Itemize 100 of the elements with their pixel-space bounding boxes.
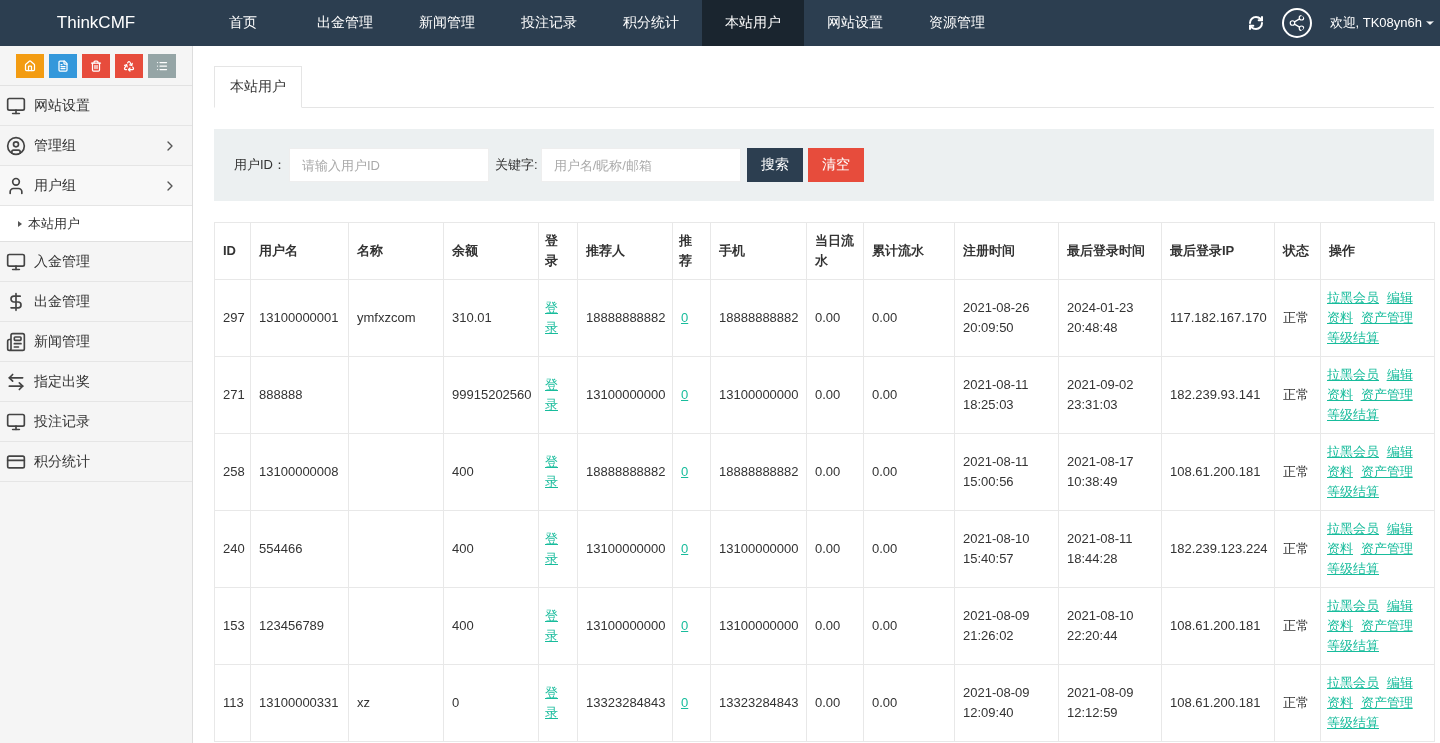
table-cell-text: 153 <box>223 617 245 635</box>
action-link[interactable]: 拉黑会员 <box>1327 444 1379 459</box>
table-cell-text: 554466 <box>259 540 303 558</box>
nav-item[interactable]: 投注记录 <box>498 0 600 46</box>
table-cell-text: 0.00 <box>872 309 898 327</box>
action-link[interactable]: 资料 <box>1327 618 1353 633</box>
nav-item[interactable]: 网站设置 <box>804 0 906 46</box>
action-link[interactable]: 编辑 <box>1386 675 1413 690</box>
table-cell-text: 13100000000 <box>719 540 799 558</box>
action-link[interactable]: 拉黑会员 <box>1327 521 1379 536</box>
table-cell-text: 0 <box>452 694 460 712</box>
toolbar-button[interactable] <box>16 54 44 78</box>
action-link[interactable]: 等级结算 <box>1327 715 1379 730</box>
action-link[interactable]: 等级结算 <box>1327 638 1379 653</box>
table-cell-text: 182.239.93.141 <box>1170 386 1261 404</box>
column-header: 手机 <box>719 242 745 260</box>
action-link[interactable]: 资料 <box>1327 695 1353 710</box>
sidebar-label: 网站设置 <box>34 96 91 115</box>
keyword-field[interactable]: 用户名/昵称/邮箱 <box>540 148 741 182</box>
toolbar-button[interactable] <box>148 54 176 78</box>
nav-item[interactable]: 积分统计 <box>600 0 702 46</box>
action-link[interactable]: 拉黑会员 <box>1327 367 1379 382</box>
nav-item[interactable]: 首页 <box>192 0 294 46</box>
sidebar-label: 管理组 <box>34 136 77 155</box>
table-cell-text: 258 <box>223 463 245 481</box>
tab[interactable]: 本站用户 <box>214 66 302 108</box>
search-button[interactable]: 搜索 <box>746 148 803 182</box>
user-menu[interactable]: 欢迎, TK08yn6h <box>1329 14 1436 32</box>
action-link[interactable]: 资料 <box>1327 387 1353 402</box>
login-link[interactable]: 登录 <box>545 298 560 338</box>
login-link[interactable]: 登录 <box>545 375 560 415</box>
action-link[interactable]: 资产管理 <box>1360 695 1413 710</box>
table-cell-text: 13100000000 <box>719 617 799 635</box>
nav-item[interactable]: 本站用户 <box>702 0 804 46</box>
table-cell-text: 271 <box>223 386 245 404</box>
action-link[interactable]: 拉黑会员 <box>1327 290 1379 305</box>
action-link[interactable]: 拉黑会员 <box>1327 598 1379 613</box>
table-cell-text: 2021-08-17 10:38:49 <box>1067 453 1135 491</box>
action-link[interactable]: 资产管理 <box>1360 618 1413 633</box>
toolbar-button[interactable] <box>115 54 143 78</box>
action-link[interactable]: 资产管理 <box>1360 464 1413 479</box>
arrows-icon <box>6 371 26 392</box>
action-link[interactable]: 资料 <box>1327 464 1353 479</box>
referral-count-link[interactable]: 0 <box>681 695 689 710</box>
table-cell-text: 2021-08-09 12:09:40 <box>963 684 1031 722</box>
action-link[interactable]: 资产管理 <box>1360 541 1413 556</box>
table-cell-text: 108.61.200.181 <box>1170 694 1261 712</box>
table-cell-text: 108.61.200.181 <box>1170 617 1261 635</box>
referral-count-link[interactable]: 0 <box>681 618 689 633</box>
action-link[interactable]: 资产管理 <box>1360 310 1413 325</box>
referral-count-link[interactable]: 0 <box>681 310 689 325</box>
refresh-icon[interactable] <box>1247 15 1264 31</box>
login-link[interactable]: 登录 <box>545 452 560 492</box>
action-link[interactable]: 编辑 <box>1386 290 1413 305</box>
recycle-icon <box>123 60 135 72</box>
referral-count-link[interactable]: 0 <box>681 464 689 479</box>
action-link[interactable]: 编辑 <box>1386 444 1413 459</box>
toolbar-button[interactable] <box>49 54 77 78</box>
action-link[interactable]: 等级结算 <box>1327 407 1379 422</box>
action-link[interactable]: 编辑 <box>1386 521 1413 536</box>
nav-item[interactable]: 新闻管理 <box>396 0 498 46</box>
nav-item[interactable]: 资源管理 <box>906 0 1008 46</box>
table-cell-text: 2024-01-23 20:48:48 <box>1067 299 1135 337</box>
action-link[interactable]: 等级结算 <box>1327 561 1379 576</box>
action-link[interactable]: 编辑 <box>1386 598 1413 613</box>
table-cell-text: 400 <box>452 540 474 558</box>
sidebar-label: 用户组 <box>34 176 77 195</box>
table-cell-text: 310.01 <box>452 309 492 327</box>
table-cell-text: 正常 <box>1283 309 1309 327</box>
column-header: 余额 <box>452 242 478 260</box>
table-cell-text: 2021-08-09 21:26:02 <box>963 607 1031 645</box>
referral-count-link[interactable]: 0 <box>681 541 689 556</box>
action-link[interactable]: 编辑 <box>1386 367 1413 382</box>
action-link[interactable]: 资产管理 <box>1360 387 1413 402</box>
table-cell-text: 108.61.200.181 <box>1170 463 1261 481</box>
login-link[interactable]: 登录 <box>545 606 560 646</box>
action-link[interactable]: 拉黑会员 <box>1327 675 1379 690</box>
clear-button[interactable]: 清空 <box>807 148 864 182</box>
field-label: 关键字: <box>495 156 538 174</box>
sidebar-subitem[interactable]: 本站用户 <box>0 206 192 242</box>
table-cell-text: 240 <box>223 540 245 558</box>
action-link[interactable]: 等级结算 <box>1327 330 1379 345</box>
table-cell-text: 0.00 <box>872 694 898 712</box>
action-link[interactable]: 资料 <box>1327 541 1353 556</box>
referral-count-link[interactable]: 0 <box>681 387 689 402</box>
action-link[interactable]: 等级结算 <box>1327 484 1379 499</box>
toolbar-button[interactable] <box>82 54 110 78</box>
user-id-field[interactable]: 请输入用户ID <box>289 148 489 182</box>
table-cell-text: 13100000001 <box>259 309 339 327</box>
column-header: 用户名 <box>259 242 298 260</box>
nav-item[interactable]: 出金管理 <box>294 0 396 46</box>
action-link[interactable]: 资料 <box>1327 310 1353 325</box>
table-cell-text: 2021-08-10 22:20:44 <box>1067 607 1135 645</box>
user-circle-icon <box>6 135 26 156</box>
sidebar-label: 积分统计 <box>34 452 91 471</box>
login-link[interactable]: 登录 <box>545 529 560 569</box>
column-header: 名称 <box>357 242 383 260</box>
login-link[interactable]: 登录 <box>545 683 560 723</box>
trash-icon <box>90 60 102 72</box>
table-cell-text: 正常 <box>1283 386 1309 404</box>
